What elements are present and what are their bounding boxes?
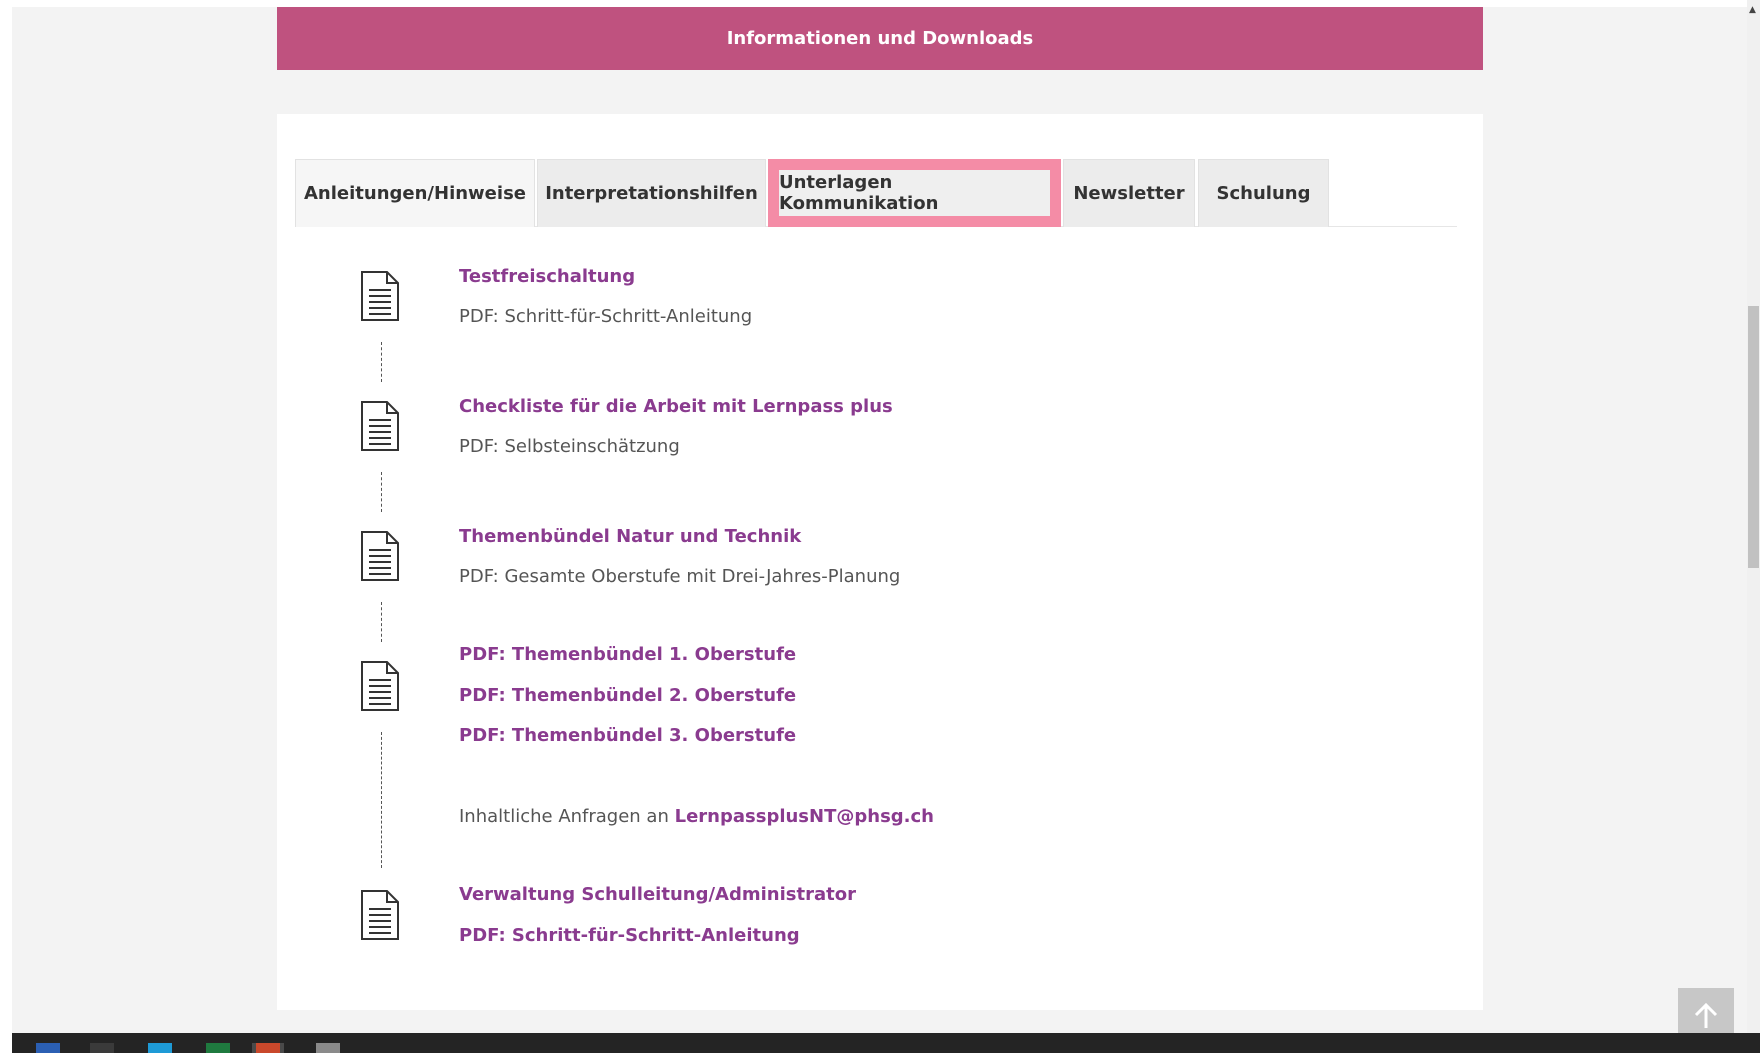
- document-icon: [361, 531, 399, 581]
- tab-anleitungen[interactable]: Anleitungen/Hinweise: [295, 159, 535, 227]
- link-themenbuendel-nt[interactable]: Themenbündel Natur und Technik: [459, 526, 801, 547]
- skype-app-icon[interactable]: [148, 1043, 172, 1053]
- taskbar: [12, 1033, 1760, 1053]
- tab-unterlagen-kommunikation[interactable]: Unterlagen Kommunikation: [768, 159, 1061, 227]
- tab-highlight-inner: Unterlagen Kommunikation: [779, 170, 1050, 216]
- left-strip: [0, 0, 12, 1053]
- tab-newsletter[interactable]: Newsletter: [1063, 159, 1195, 227]
- item-description: PDF: Gesamte Oberstufe mit Drei-Jahres-P…: [459, 566, 901, 587]
- link-themenbuendel-1[interactable]: PDF: Themenbündel 1. Oberstufe: [459, 644, 796, 665]
- link-testfreischaltung[interactable]: Testfreischaltung: [459, 266, 635, 287]
- document-icon: [361, 401, 399, 451]
- tab-label: Newsletter: [1073, 183, 1185, 204]
- word-app-icon[interactable]: [36, 1043, 60, 1053]
- vertical-scrollbar[interactable]: ▲: [1747, 0, 1760, 1033]
- contact-prefix: Inhaltliche Anfragen an: [459, 806, 669, 827]
- downloads-panel: Anleitungen/Hinweise Interpretationshilf…: [277, 114, 1483, 1010]
- tab-schulung[interactable]: Schulung: [1198, 159, 1329, 227]
- tab-label: Anleitungen/Hinweise: [304, 183, 526, 204]
- item-description: PDF: Schritt-für-Schritt-Anleitung: [459, 306, 753, 327]
- tab-label: Schulung: [1216, 183, 1311, 204]
- scroll-thumb[interactable]: [1748, 306, 1759, 568]
- tab-label: Unterlagen Kommunikation: [779, 172, 939, 214]
- tab-label: Interpretationshilfen: [545, 183, 758, 204]
- top-strip: [0, 0, 1760, 7]
- connector-line: [381, 472, 382, 512]
- taskbar-app-icon[interactable]: [316, 1043, 340, 1053]
- tab-bar: Anleitungen/Hinweise Interpretationshilf…: [295, 159, 1457, 227]
- powerpoint-app-icon[interactable]: [256, 1043, 280, 1053]
- section-header: Informationen und Downloads: [277, 7, 1483, 70]
- link-schritt-anleitung[interactable]: PDF: Schritt-für-Schritt-Anleitung: [459, 925, 800, 946]
- arrow-up-icon: [1694, 1003, 1718, 1028]
- document-icon: [361, 661, 399, 711]
- excel-app-icon[interactable]: [206, 1043, 230, 1053]
- section-title: Informationen und Downloads: [726, 28, 1034, 49]
- link-themenbuendel-3[interactable]: PDF: Themenbündel 3. Oberstufe: [459, 725, 796, 746]
- tab-interpretationshilfen[interactable]: Interpretationshilfen: [537, 159, 766, 227]
- link-checkliste[interactable]: Checkliste für die Arbeit mit Lernpass p…: [459, 396, 893, 417]
- taskbar-app-icon[interactable]: [90, 1043, 114, 1053]
- connector-line: [381, 732, 382, 868]
- connector-line: [381, 342, 382, 382]
- link-themenbuendel-2[interactable]: PDF: Themenbündel 2. Oberstufe: [459, 685, 796, 706]
- contact-email-link[interactable]: LernpassplusNT@phsg.ch: [675, 806, 934, 827]
- scroll-up-arrow-icon[interactable]: ▲: [1749, 6, 1758, 15]
- document-icon: [361, 890, 399, 940]
- connector-line: [381, 602, 382, 642]
- item-description: PDF: Selbsteinschätzung: [459, 436, 680, 457]
- link-verwaltung[interactable]: Verwaltung Schulleitung/Administrator: [459, 884, 856, 905]
- document-icon: [361, 271, 399, 321]
- contact-line: Inhaltliche Anfragen an LernpassplusNT@p…: [459, 806, 934, 827]
